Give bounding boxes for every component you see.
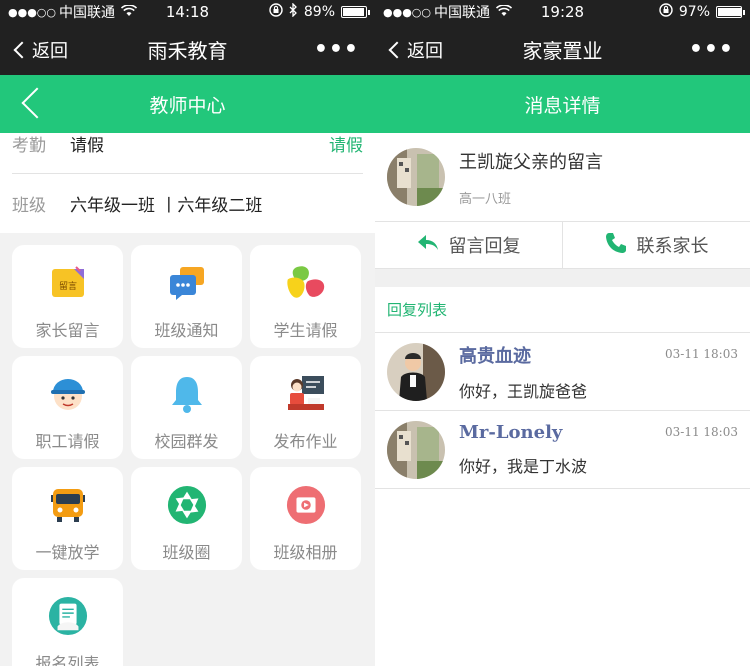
feature-grid: 留言 家长留言 班级通知 学生请假 职工请假 校园群发 发布作业 一键放学 班级… [0,233,375,666]
tile-signup-list[interactable]: 报名列表 [12,578,123,666]
reply-button[interactable]: 留言回复 [375,222,562,268]
status-bar: ●●●○○ 中国联通 14:18 89% [0,0,375,24]
message-card: 王凯旋父亲的留言 高一八班 [375,133,750,222]
tile-label: 校园群发 [154,432,219,451]
battery-icon [341,6,370,18]
tile-staff-leave[interactable]: 职工请假 [12,356,123,459]
tile-publish-homework[interactable]: 发布作业 [250,356,361,459]
orientation-lock-icon [269,3,283,21]
tile-parent-message[interactable]: 留言 家长留言 [12,245,123,348]
tile-student-leave[interactable]: 学生请假 [250,245,361,348]
orientation-lock-icon [659,3,673,21]
back-button[interactable]: 返回 [387,37,443,63]
avatar [387,342,445,401]
reply-item[interactable]: 高贵血迹 你好，王凯旋爸爸 03-11 18:03 [375,333,750,411]
left-screen: ●●●○○ 中国联通 14:18 89% 返回 雨禾教育 ••• 教师中心 考勤… [0,0,375,666]
reply-list-title: 回复列表 [375,287,750,333]
back-label: 返回 [32,40,68,62]
tile-label: 职工请假 [35,432,100,451]
tile-campus-broadcast[interactable]: 校园群发 [131,356,242,459]
tile-label: 班级通知 [154,321,219,340]
message-class: 高一八班 [459,191,512,207]
attendance-key: 考勤 [12,136,46,156]
section-header: 消息详情 [375,75,750,133]
reply-body: 你好，我是丁水波 [459,457,588,476]
contact-parent-button[interactable]: 联系家长 [562,222,750,268]
bluetooth-icon [289,2,298,21]
leave-link[interactable]: 请假 [329,131,363,156]
worker-face-icon [48,374,88,414]
reply-label: 留言回复 [448,236,521,257]
message-note-icon: 留言 [48,263,88,303]
tile-label: 一键放学 [35,543,100,562]
teacher-board-icon [286,374,326,414]
action-bar: 留言回复 联系家长 [375,222,750,269]
tile-label: 班级圈 [162,543,211,562]
aperture-icon [167,485,207,525]
more-icon[interactable]: ••• [689,37,734,62]
tile-label: 发布作业 [273,432,338,451]
tile-class-circle[interactable]: 班级圈 [131,467,242,570]
school-bus-icon [48,485,88,525]
photo-album-icon [286,485,326,525]
status-bar: ●●●○○ 中国联通 19:28 97% [375,0,750,24]
phone-icon [605,232,627,259]
class-value: 六年级一班 丨六年级二班 [70,196,263,216]
avatar [387,148,445,206]
wechat-navbar: 返回 雨禾教育 ••• [0,24,375,75]
battery-icon [716,6,745,18]
section-title: 教师中心 [149,94,226,117]
message-title: 王凯旋父亲的留言 [459,151,603,173]
chevron-left-icon [13,41,31,58]
class-row: 班级 六年级一班 丨六年级二班 [12,173,363,233]
reply-body: 你好，王凯旋爸爸 [459,381,588,401]
contact-label: 联系家长 [636,236,709,257]
message-note-label: 留言 [58,280,76,292]
reply-item[interactable]: Mr-Lonely 你好，我是丁水波 03-11 18:03 [375,411,750,489]
section-header: 教师中心 [0,75,375,133]
class-key: 班级 [12,196,46,216]
teacher-info: 考勤 请假 请假 班级 六年级一班 丨六年级二班 [0,133,375,233]
chevron-left-icon [388,41,406,58]
tile-class-album[interactable]: 班级相册 [250,467,361,570]
wechat-navbar: 返回 家豪置业 ••• [375,24,750,75]
tile-label: 家长留言 [35,321,100,340]
reply-time: 03-11 18:03 [665,347,738,361]
tile-one-click-dismiss[interactable]: 一键放学 [12,467,123,570]
avatar [387,420,445,479]
tile-label: 班级相册 [273,543,338,562]
attendance-value: 请假 [70,136,104,156]
tile-label: 报名列表 [35,654,100,666]
tile-class-notice[interactable]: 班级通知 [131,245,242,348]
right-screen: ●●●○○ 中国联通 19:28 97% 返回 家豪置业 ••• 消息详情 王凯… [375,0,750,666]
reply-arrow-icon [417,234,439,257]
battery-percent: 89% [303,4,335,20]
tri-blob-icon [286,263,326,303]
more-icon[interactable]: ••• [314,37,359,62]
reply-time: 03-11 18:03 [665,425,738,439]
chat-bubble-icon [167,263,207,303]
sign-up-icon [48,596,88,636]
section-title: 消息详情 [524,94,601,117]
header-back-icon[interactable] [21,87,53,119]
battery-percent: 97% [678,4,710,20]
tile-label: 学生请假 [273,321,338,340]
attendance-row: 考勤 请假 请假 [12,133,363,173]
back-button[interactable]: 返回 [12,37,68,63]
back-label: 返回 [407,40,443,62]
bell-icon [167,374,207,414]
